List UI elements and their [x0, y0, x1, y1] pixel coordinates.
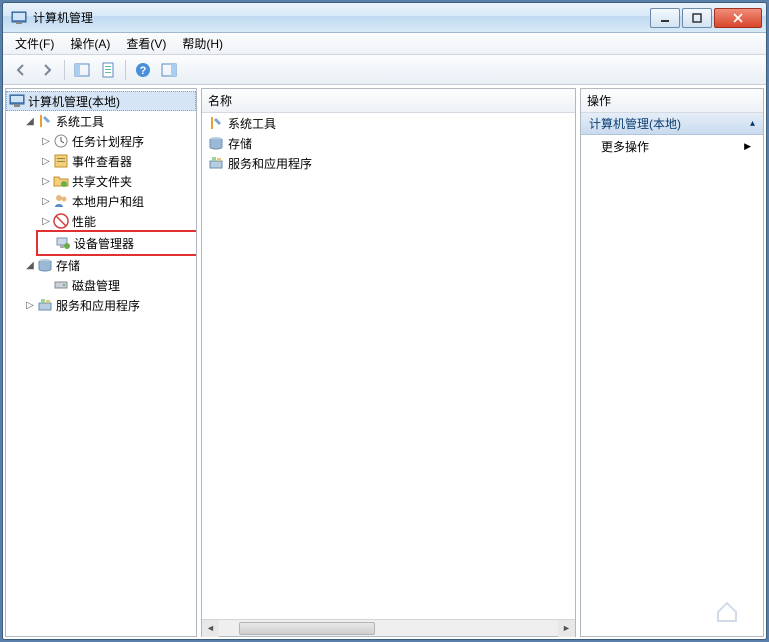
actions-body: 计算机管理(本地) ▴ 更多操作 ▶	[581, 113, 763, 636]
app-icon	[11, 10, 27, 26]
scroll-track[interactable]	[219, 620, 558, 636]
collapse-icon[interactable]: ◢	[24, 259, 36, 271]
computer-icon	[9, 93, 25, 109]
show-action-pane-button[interactable]	[157, 58, 181, 82]
list-item-services[interactable]: 服务和应用程序	[202, 153, 575, 173]
list-item-label: 服务和应用程序	[228, 155, 312, 172]
tree-label: 共享文件夹	[72, 173, 132, 190]
properties-button[interactable]	[96, 58, 120, 82]
help-button[interactable]: ?	[131, 58, 155, 82]
toolbar-separator	[64, 60, 65, 80]
tree-system-tools[interactable]: ◢ 系统工具	[22, 111, 196, 131]
expand-icon[interactable]: ▷	[40, 135, 52, 147]
expand-icon[interactable]: ▷	[40, 215, 52, 227]
submenu-arrow-icon: ▶	[744, 141, 751, 152]
back-button[interactable]	[9, 58, 33, 82]
action-group-label: 计算机管理(本地)	[589, 115, 681, 132]
menu-action[interactable]: 操作(A)	[62, 33, 118, 54]
actions-panel: 操作 计算机管理(本地) ▴ 更多操作 ▶	[580, 88, 764, 637]
expand-icon[interactable]: ▷	[40, 175, 52, 187]
tree-local-users[interactable]: ▷ 本地用户和组	[38, 191, 196, 211]
shared-folder-icon	[53, 173, 69, 189]
minimize-button[interactable]	[650, 8, 680, 28]
storage-icon	[37, 257, 53, 273]
menu-view[interactable]: 查看(V)	[118, 33, 174, 54]
tree-device-manager[interactable]: 设备管理器	[40, 233, 194, 253]
titlebar[interactable]: 计算机管理	[3, 3, 766, 33]
spacer	[40, 279, 52, 291]
show-hide-tree-button[interactable]	[70, 58, 94, 82]
menu-file[interactable]: 文件(F)	[7, 33, 62, 54]
tree-label: 设备管理器	[74, 235, 134, 252]
device-manager-icon	[55, 235, 71, 251]
close-button[interactable]	[714, 8, 762, 28]
services-icon	[37, 297, 53, 313]
list-item-system-tools[interactable]: 系统工具	[202, 113, 575, 133]
list-column-header[interactable]: 名称	[202, 89, 575, 113]
toolbar: ?	[3, 55, 766, 85]
tree-panel: 计算机管理(本地) ◢ 系统工具	[5, 88, 197, 637]
tree-shared-folders[interactable]: ▷ 共享文件夹	[38, 171, 196, 191]
tree-event-viewer[interactable]: ▷ 事件查看器	[38, 151, 196, 171]
svg-text:?: ?	[140, 65, 147, 77]
collapse-arrow-icon: ▴	[750, 118, 755, 129]
performance-icon	[53, 213, 69, 229]
action-more[interactable]: 更多操作 ▶	[581, 135, 763, 157]
spacer	[42, 237, 54, 249]
window-title: 计算机管理	[33, 9, 648, 26]
scroll-left-button[interactable]: ◄	[202, 620, 219, 637]
app-window: 计算机管理 文件(F) 操作(A) 查看(V) 帮助(H) ?	[2, 2, 767, 640]
tree-storage[interactable]: ◢ 存储	[22, 255, 196, 275]
scroll-thumb[interactable]	[239, 622, 375, 635]
scroll-right-button[interactable]: ►	[558, 620, 575, 637]
users-icon	[53, 193, 69, 209]
tree-root[interactable]: 计算机管理(本地)	[6, 91, 196, 111]
tree-label: 本地用户和组	[72, 193, 144, 210]
tree-label: 性能	[72, 213, 96, 230]
actions-header-label: 操作	[587, 92, 611, 109]
toolbar-separator	[125, 60, 126, 80]
forward-button[interactable]	[35, 58, 59, 82]
tree-label: 任务计划程序	[72, 133, 144, 150]
expand-icon[interactable]: ▷	[24, 299, 36, 311]
list-item-label: 存储	[228, 135, 252, 152]
content-area: 计算机管理(本地) ◢ 系统工具	[3, 85, 766, 639]
tree-label: 服务和应用程序	[56, 297, 140, 314]
action-more-label: 更多操作	[601, 138, 649, 155]
tree-task-scheduler[interactable]: ▷ 任务计划程序	[38, 131, 196, 151]
tree-root-label: 计算机管理(本地)	[28, 93, 120, 110]
expand-icon[interactable]: ▷	[40, 195, 52, 207]
storage-icon	[208, 135, 224, 151]
event-icon	[53, 153, 69, 169]
maximize-button[interactable]	[682, 8, 712, 28]
disk-icon	[53, 277, 69, 293]
list-item-label: 系统工具	[228, 115, 276, 132]
action-group-header[interactable]: 计算机管理(本地) ▴	[581, 113, 763, 135]
tree-performance[interactable]: ▷ 性能	[38, 211, 196, 231]
list-view[interactable]: 系统工具 存储 服务和应用程序	[202, 113, 575, 619]
tree-view[interactable]: 计算机管理(本地) ◢ 系统工具	[6, 89, 196, 636]
menu-help[interactable]: 帮助(H)	[174, 33, 231, 54]
list-panel: 名称 系统工具 存储 服务和应用程序 ◄ ►	[201, 88, 576, 637]
list-item-storage[interactable]: 存储	[202, 133, 575, 153]
tree-label: 系统工具	[56, 113, 104, 130]
tree-disk-management[interactable]: 磁盘管理	[38, 275, 196, 295]
tree-services[interactable]: ▷ 服务和应用程序	[22, 295, 196, 315]
clock-icon	[53, 133, 69, 149]
column-name-label: 名称	[208, 92, 232, 109]
collapse-icon[interactable]: ◢	[24, 115, 36, 127]
expand-icon[interactable]: ▷	[40, 155, 52, 167]
menubar: 文件(F) 操作(A) 查看(V) 帮助(H)	[3, 33, 766, 55]
tree-label: 存储	[56, 257, 80, 274]
actions-panel-header: 操作	[581, 89, 763, 113]
tree-label: 磁盘管理	[72, 277, 120, 294]
tree-label: 事件查看器	[72, 153, 132, 170]
tools-icon	[208, 115, 224, 131]
horizontal-scrollbar[interactable]: ◄ ►	[202, 619, 575, 636]
highlight-annotation: 设备管理器	[36, 230, 196, 256]
tools-icon	[37, 113, 53, 129]
services-icon	[208, 155, 224, 171]
